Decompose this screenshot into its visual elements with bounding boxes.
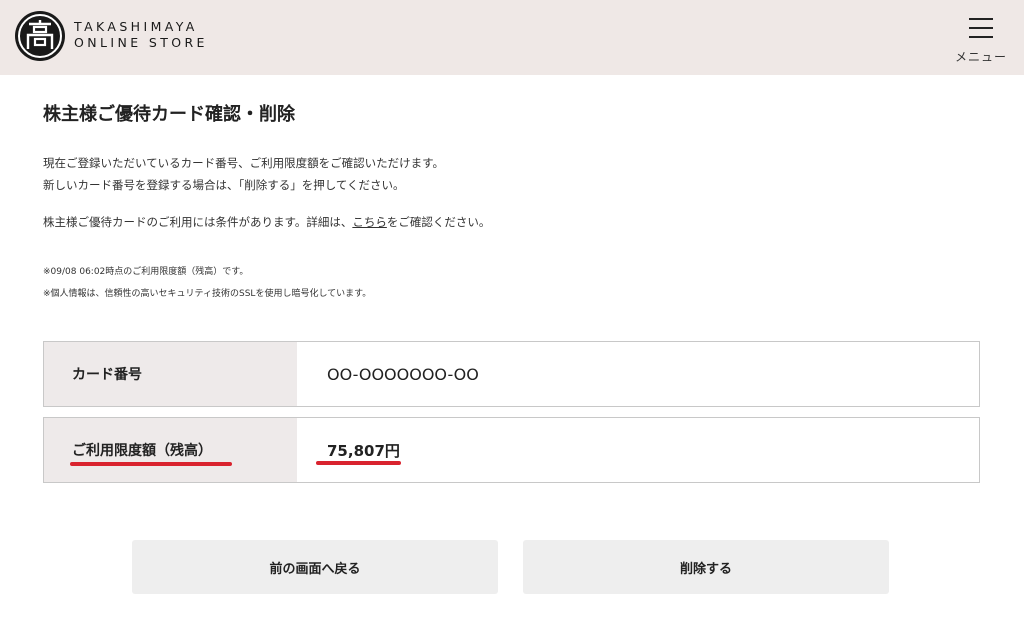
- page-title: 株主様ご優待カード確認・削除: [43, 104, 295, 125]
- takashimaya-logo-icon[interactable]: [15, 11, 65, 61]
- logo-line-2: ONLINE STORE: [74, 35, 208, 50]
- conditions-text-after: をご確認ください。: [386, 215, 491, 229]
- menu-label: メニュー: [954, 50, 1007, 64]
- menu-button[interactable]: メニュー: [948, 12, 1014, 70]
- description-line-2: 新しいカード番号を登録する場合は、「削除する」を押してください。: [43, 178, 405, 192]
- details-link[interactable]: こちら: [352, 215, 387, 229]
- usage-limit-value: 75,807円: [327, 441, 400, 460]
- ssl-note: ※個人情報は、信頼性の高いセキュリティ技術のSSLを使用し暗号化しています。: [43, 289, 372, 299]
- value-highlight-underline: [316, 461, 401, 465]
- back-button[interactable]: 前の画面へ戻る: [132, 540, 498, 594]
- usage-limit-label: ご利用限度額（残高）: [44, 418, 297, 482]
- conditions-text: 株主様ご優待カードのご利用には条件があります。詳細は、こちらをご確認ください。: [43, 214, 490, 230]
- card-number-value: OO-OOOOOOO-OO: [327, 364, 479, 384]
- logo-wordmark[interactable]: TAKASHIMAYA ONLINE STORE: [74, 19, 244, 51]
- hamburger-menu-icon: [969, 18, 993, 38]
- delete-button[interactable]: 削除する: [523, 540, 889, 594]
- card-number-row: カード番号 OO-OOOOOOO-OO: [43, 341, 980, 407]
- label-highlight-underline: [70, 462, 232, 466]
- card-number-label: カード番号: [44, 342, 297, 406]
- logo-line-1: TAKASHIMAYA: [74, 19, 198, 34]
- description-line-1: 現在ご登録いただいているカード番号、ご利用限度額をご確認いただけます。: [43, 156, 445, 170]
- usage-limit-row: ご利用限度額（残高） 75,807円: [43, 417, 980, 483]
- conditions-text-before: 株主様ご優待カードのご利用には条件があります。詳細は、: [43, 215, 353, 229]
- balance-timestamp-note: ※09/08 06:02時点のご利用限度額（残高）です。: [43, 267, 249, 277]
- site-header: TAKASHIMAYA ONLINE STORE メニュー: [0, 0, 1024, 75]
